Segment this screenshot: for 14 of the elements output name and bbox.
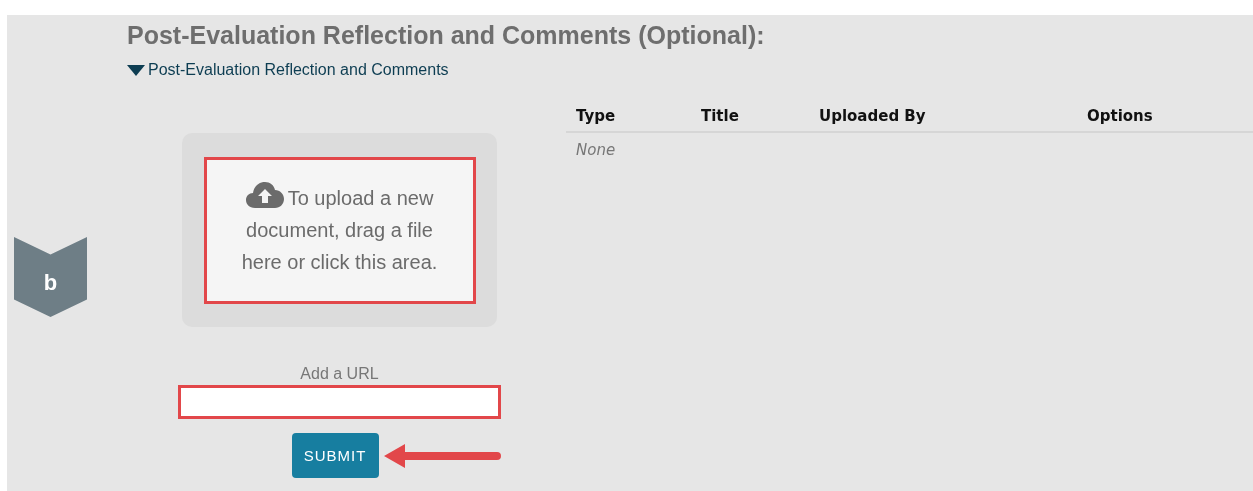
section-heading: Post-Evaluation Reflection and Comments (Optional): — [126, 20, 766, 51]
url-label: Add a URL — [300, 365, 379, 383]
column-header: Type — [576, 107, 617, 125]
caret-icon — [127, 64, 145, 76]
url-field[interactable] — [178, 385, 501, 419]
section-toggle[interactable]: Post-Evaluation Reflection and Comments — [127, 61, 449, 79]
column-header: Title — [701, 107, 740, 125]
column-header: Uploaded By — [819, 107, 927, 125]
empty-table-text: None — [575, 140, 617, 159]
column-header: Options — [1087, 107, 1153, 125]
section-badge: b — [14, 237, 87, 317]
upload-drop-zone[interactable]: To upload a new document, drag a file here or click this area. — [203, 156, 476, 304]
cloud-upload-icon — [245, 182, 284, 208]
submit-button[interactable]: SUBMIT — [291, 433, 379, 478]
